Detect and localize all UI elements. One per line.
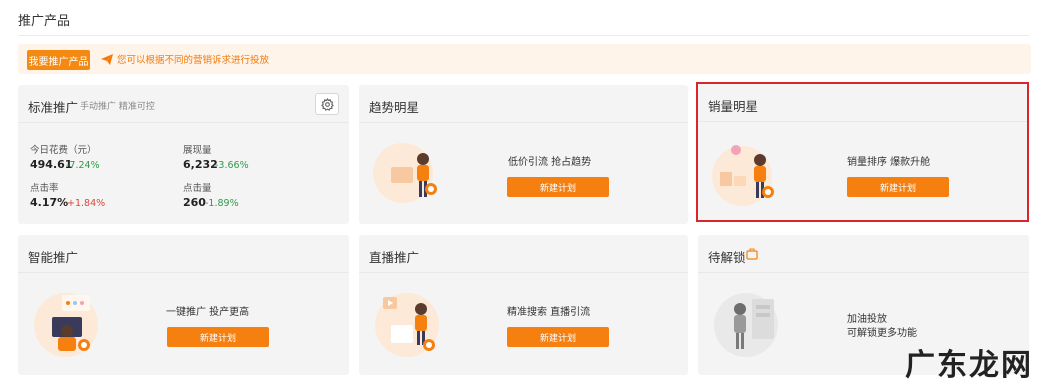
card-header: 直播推广 (359, 235, 688, 273)
metric-label: 点击率 (30, 183, 59, 194)
metric-delta: +1.84% (67, 198, 106, 209)
locked-line-2: 可解锁更多功能 (847, 328, 917, 339)
title-divider (18, 35, 1029, 36)
page-title: 推广产品 (18, 14, 71, 29)
card-live: 直播推广 精准搜索 直播引流 新建计划 (359, 235, 688, 375)
metric-delta: -3.66% (215, 160, 249, 171)
card-standard: 标准推广 手动推广 精准可控 今日花费（元） 494.61 -7.24% 展现量… (18, 85, 349, 224)
new-plan-button[interactable]: 新建计划 (507, 327, 609, 347)
card-tagline: 精准搜索 直播引流 (507, 307, 591, 318)
promo-banner: 我要推广产品 您可以根据不同的营销诉求进行投放 (18, 44, 1031, 74)
metric-label: 点击量 (183, 183, 212, 194)
card-title: 标准推广 (28, 100, 79, 115)
card-header: 待解锁 (698, 235, 1029, 273)
metric-value: 6,232 (183, 158, 218, 171)
gear-icon (320, 97, 334, 111)
new-plan-button[interactable]: 新建计划 (507, 177, 609, 197)
card-subtitle: 手动推广 精准可控 (80, 102, 155, 112)
card-header: 智能推广 (18, 235, 349, 273)
promote-product-button[interactable]: 我要推广产品 (27, 50, 90, 70)
smart-illustration (34, 293, 98, 357)
card-smart: 智能推广 一键推广 投产更高 新建计划 (18, 235, 349, 375)
card-title: 直播推广 (369, 250, 420, 265)
card-title: 待解锁 (708, 250, 746, 265)
metric-label: 今日花费（元） (30, 145, 97, 156)
banner-tip-text: 您可以根据不同的营销诉求进行投放 (117, 55, 270, 66)
card-title: 趋势明星 (369, 100, 420, 115)
watermark: 广东龙网 (905, 348, 1033, 383)
metric-delta: -1.89% (205, 198, 239, 209)
card-tagline: 低价引流 抢占趋势 (508, 157, 592, 168)
paper-plane-icon (101, 53, 113, 65)
card-header: 标准推广 手动推广 精准可控 (18, 85, 349, 123)
card-header: 趋势明星 (359, 85, 688, 123)
metric-value: 260 (183, 196, 206, 209)
metric-value: 4.17% (30, 196, 69, 209)
trend-illustration (373, 143, 437, 203)
banner-tip: 您可以根据不同的营销诉求进行投放 (101, 52, 269, 66)
new-plan-button[interactable]: 新建计划 (167, 327, 269, 347)
locked-illustration (714, 293, 778, 357)
metric-delta: -7.24% (66, 160, 100, 171)
card-tagline: 一键推广 投产更高 (166, 307, 250, 318)
live-illustration (375, 293, 439, 357)
card-title: 智能推广 (28, 250, 79, 265)
card-trend-star: 趋势明星 低价引流 抢占趋势 新建计划 (359, 85, 688, 224)
metric-label: 展现量 (183, 145, 212, 156)
highlight-frame (696, 82, 1029, 222)
locked-line-1: 加油投放 (847, 314, 887, 325)
briefcase-icon (746, 248, 758, 260)
settings-button[interactable] (315, 93, 339, 115)
